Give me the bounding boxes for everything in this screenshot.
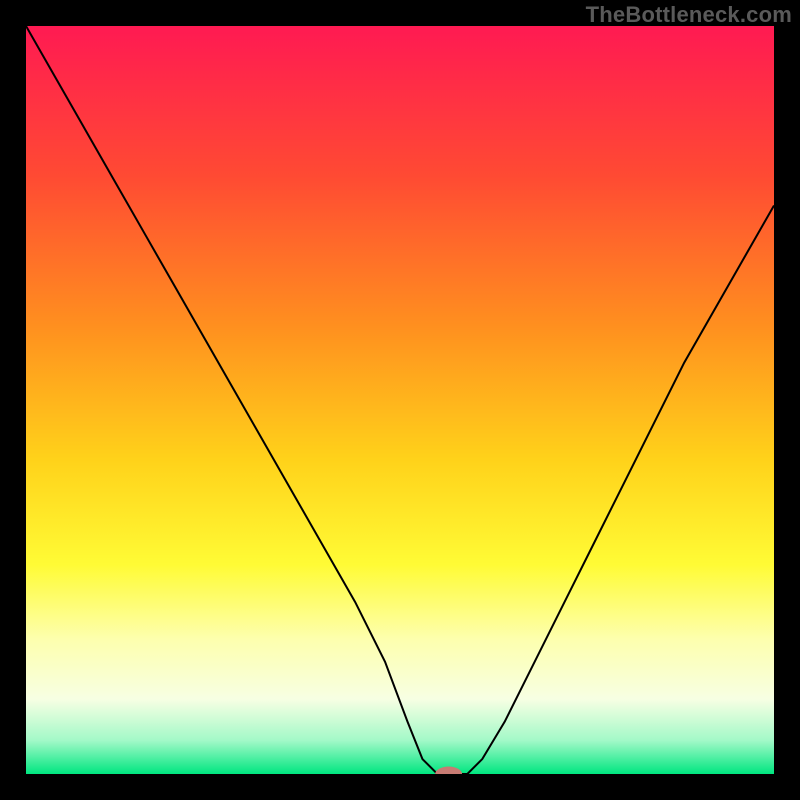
gradient-background bbox=[26, 26, 774, 774]
plot-svg bbox=[26, 26, 774, 774]
plot-area bbox=[26, 26, 774, 774]
watermark-text: TheBottleneck.com bbox=[586, 2, 792, 28]
chart-frame: TheBottleneck.com bbox=[0, 0, 800, 800]
